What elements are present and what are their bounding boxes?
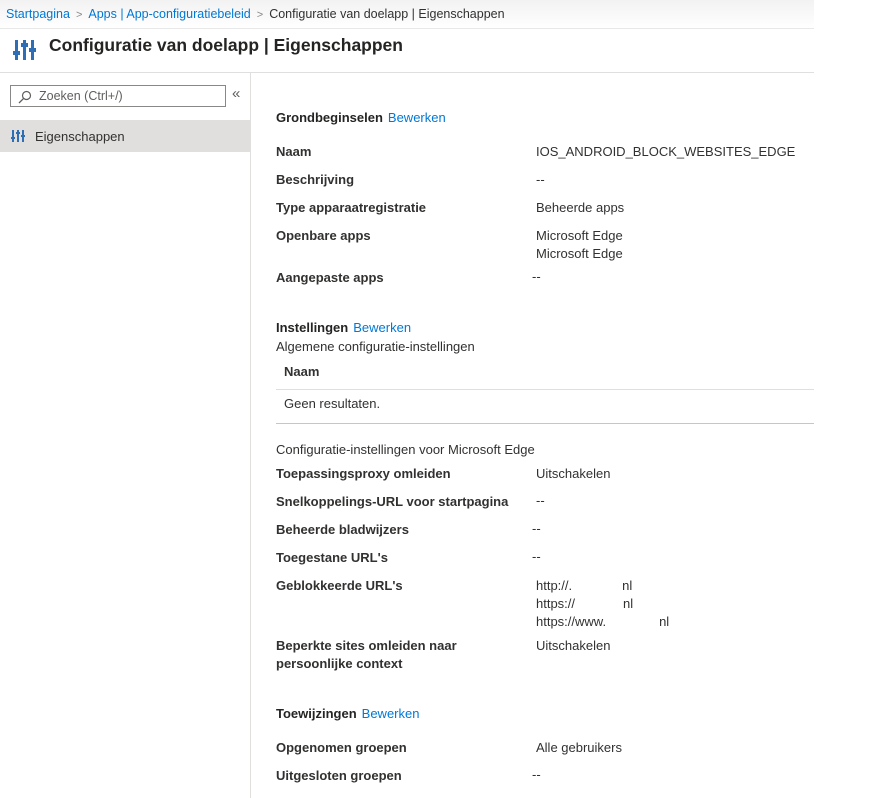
breadcrumb-home-link[interactable]: Startpagina [6,7,70,21]
assignments-section-title: Toewijzingen Bewerken [276,706,419,721]
blocked-url-value: https:// nl [536,595,633,613]
search-box[interactable] [10,85,226,107]
basics-enrollment-label: Type apparaatregistratie [276,200,427,215]
page-header: Configuratie van doelapp | Eigenschappen [0,29,814,73]
page-title: Configuratie van doelapp | Eigenschappen [49,35,403,55]
blocked-url-suffix: nl [623,596,634,611]
basics-description-label: Beschrijving [276,172,355,187]
assignments-title: Toewijzingen [276,706,357,721]
sidebar-item-eigenschappen[interactable]: Eigenschappen [0,120,250,152]
blocked-url-prefix: https:// [536,596,576,611]
blocked-url-suffix: nl [622,578,633,593]
edge-restricted-sites-value: Uitschakelen [536,638,611,653]
basics-name-label: Naam [276,144,312,159]
edge-restricted-sites-label: Beperkte sites omleiden naar persoonlijk… [276,638,457,671]
blocked-url-value: http://. nl [536,577,632,595]
collapse-sidebar-icon[interactable]: « [232,85,240,102]
assignments-edit-link[interactable]: Bewerken [362,706,420,721]
breadcrumb-bar: Startpagina > Apps | App-configuratiebelei… [0,0,814,29]
basics-title: Grondbeginselen [276,110,383,125]
basics-section-title: Grondbeginselen Bewerken [276,110,446,125]
edge-proxy-label: Toepassingsproxy omleiden [276,466,451,481]
chevron-right-icon: > [75,9,83,21]
basics-enrollment-value: Beheerde apps [536,200,625,215]
edge-proxy-value: Uitschakelen [536,466,611,481]
blocked-url-prefix: http://. [536,578,573,593]
settings-title: Instellingen [276,320,349,335]
settings-section-title: Instellingen Bewerken [276,320,411,335]
settings-edit-link[interactable]: Bewerken [353,320,411,335]
settings-sliders-icon [13,40,36,60]
basics-description-value: -- [536,172,545,187]
search-input[interactable] [39,88,223,104]
included-groups-value: Alle gebruikers [536,740,622,755]
search-icon [18,90,32,104]
breadcrumb: Startpagina > Apps | App-configuratiebelei… [6,7,505,21]
sidebar: « Eigenschappen [0,73,251,798]
properties-sliders-icon [11,130,25,142]
excluded-groups-label: Uitgesloten groepen [276,768,402,783]
edge-bookmarks-label: Beheerde bladwijzers [276,522,409,537]
edge-allowed-urls-label: Toegestane URL's [276,550,388,565]
included-groups-label: Opgenomen groepen [276,740,407,755]
basics-custom-apps-value: -- [532,269,541,284]
sidebar-item-label: Eigenschappen [35,129,125,144]
breadcrumb-current: Configuratie van doelapp | Eigenschappen [269,7,505,21]
section-divider [276,423,814,424]
excluded-groups-value: -- [532,767,541,782]
basics-name-value: IOS_ANDROID_BLOCK_WEBSITES_EDGE [536,144,796,159]
edge-settings-title: Configuratie-instellingen voor Microsoft… [276,442,535,457]
settings-grid-header: Naam [276,358,814,390]
basics-public-apps-label: Openbare apps [276,228,371,243]
basics-public-app-value: Microsoft Edge [536,228,623,243]
basics-public-app-value: Microsoft Edge [536,246,623,261]
edge-bookmarks-value: -- [532,521,541,536]
blocked-url-prefix: https://www. [536,614,607,629]
blocked-url-suffix: nl [659,614,670,629]
edge-homepage-label: Snelkoppelings-URL voor startpagina [276,494,509,509]
basics-edit-link[interactable]: Bewerken [388,110,446,125]
edge-homepage-value: -- [536,493,545,508]
chevron-right-icon: > [256,9,264,21]
basics-custom-apps-label: Aangepaste apps [276,270,384,285]
edge-allowed-urls-value: -- [532,549,541,564]
grid-empty-message: Geen resultaten. [284,396,381,411]
edge-blocked-urls-label: Geblokkeerde URL's [276,578,403,593]
general-settings-title: Algemene configuratie-instellingen [276,339,475,354]
grid-column-name: Naam [284,364,320,379]
breadcrumb-apps-link[interactable]: Apps | App-configuratiebeleid [88,7,250,21]
blocked-url-value: https://www. nl [536,613,669,631]
